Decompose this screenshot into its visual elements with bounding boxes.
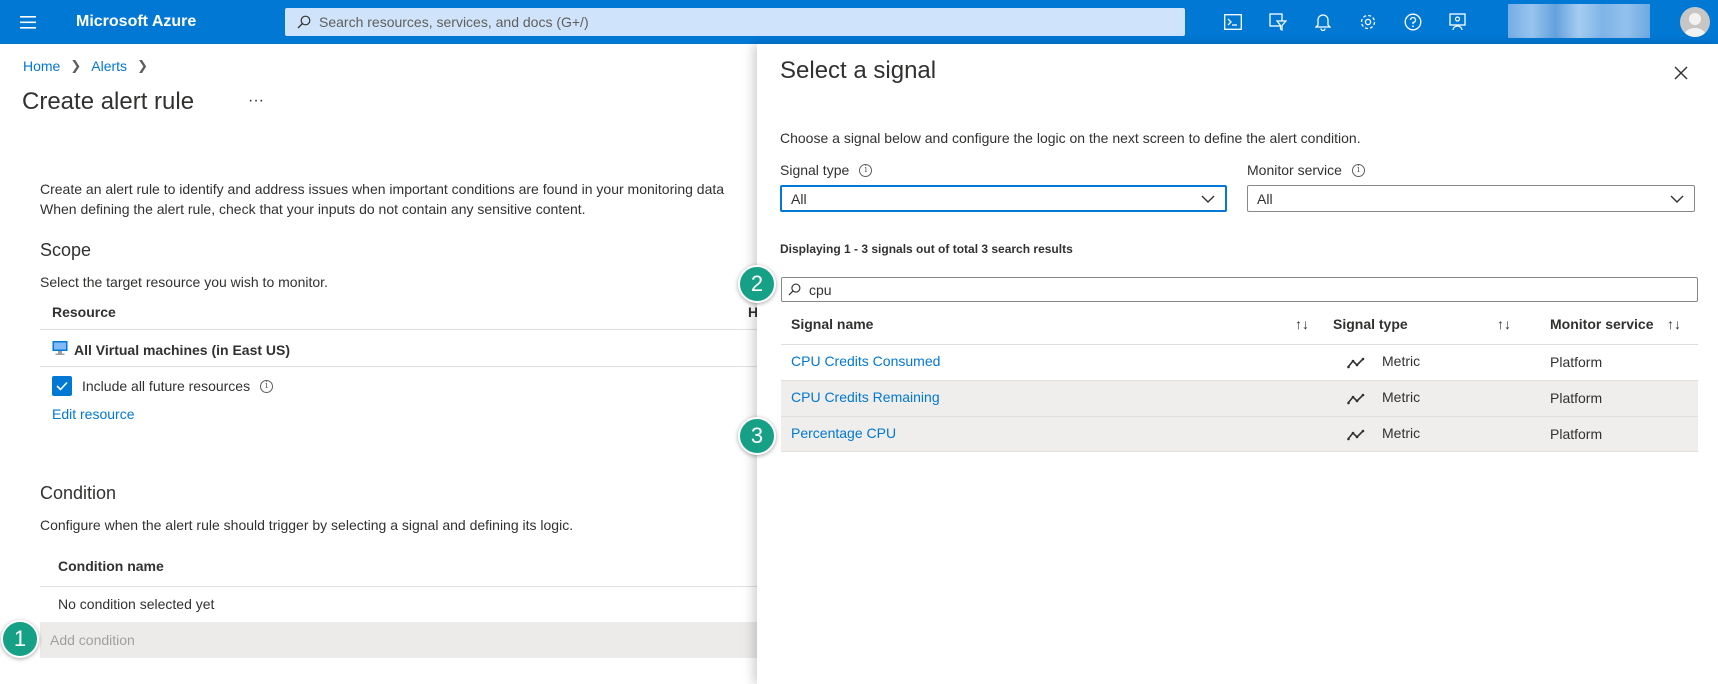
search-placeholder: Search resources, services, and docs (G+… — [319, 14, 589, 30]
signal-name-link[interactable]: Percentage CPU — [791, 425, 896, 441]
monitor-service-select[interactable]: All — [1247, 185, 1695, 212]
breadcrumb-alerts[interactable]: Alerts — [91, 58, 127, 74]
search-icon — [297, 15, 311, 29]
divider — [40, 366, 758, 367]
sort-icon[interactable]: ↑↓ — [1497, 316, 1511, 332]
filter-value: cpu — [809, 281, 832, 298]
intro-line-2: When defining the alert rule, check that… — [40, 201, 586, 217]
settings-icon[interactable] — [1345, 0, 1390, 44]
include-future-checkbox[interactable] — [52, 376, 72, 396]
account-info[interactable] — [1508, 4, 1650, 38]
monitor-service-cell: Platform — [1550, 426, 1603, 442]
signal-filter-input[interactable]: cpu — [781, 277, 1698, 302]
chevron-down-icon — [1201, 195, 1215, 203]
monitor-service-cell: Platform — [1550, 390, 1603, 406]
directory-filter-icon[interactable] — [1255, 0, 1300, 44]
chevron-down-icon — [1670, 195, 1684, 203]
sort-icon[interactable]: ↑↓ — [1295, 316, 1309, 332]
panel-description: Choose a signal below and configure the … — [780, 130, 1361, 146]
add-condition-button[interactable]: Add condition — [40, 622, 758, 658]
help-icon[interactable] — [1390, 0, 1435, 44]
notifications-icon[interactable] — [1300, 0, 1345, 44]
signal-name-link[interactable]: CPU Credits Consumed — [791, 353, 940, 369]
condition-name-column-header: Condition name — [58, 558, 164, 574]
feedback-icon[interactable] — [1435, 0, 1480, 44]
global-search-input[interactable]: Search resources, services, and docs (G+… — [285, 8, 1185, 36]
step-badge-2: 2 — [738, 265, 776, 303]
close-icon[interactable] — [1670, 62, 1692, 84]
chevron-right-icon: ❯ — [70, 58, 82, 73]
monitor-service-column-header[interactable]: Monitor service — [1550, 316, 1653, 332]
table-row[interactable]: CPU Credits Consumed Metric Platform — [781, 344, 1698, 380]
signal-type-label: Signal type i — [780, 162, 873, 178]
metric-icon — [1347, 428, 1365, 444]
no-condition-text: No condition selected yet — [58, 596, 215, 612]
resource-name: All Virtual machines (in East US) — [74, 341, 291, 358]
select-signal-panel: Select a signal Choose a signal below an… — [757, 44, 1718, 684]
monitor-service-label: Monitor service i — [1247, 162, 1365, 178]
divider — [40, 329, 758, 330]
breadcrumb-home[interactable]: Home — [23, 58, 60, 74]
results-count: Displaying 1 - 3 signals out of total 3 … — [780, 242, 1073, 256]
signal-type-cell: Metric — [1382, 353, 1421, 369]
monitor-service-label-text: Monitor service — [1247, 162, 1342, 178]
search-icon — [788, 283, 801, 296]
resource-column-header: Resource — [52, 304, 116, 320]
table-row[interactable]: CPU Credits Remaining Metric Platform — [781, 380, 1698, 416]
resource-row: All Virtual machines (in East US) — [52, 340, 290, 359]
chevron-right-icon: ❯ — [137, 58, 148, 73]
signal-type-cell: Metric — [1382, 389, 1421, 405]
step-badge-1: 1 — [1, 620, 39, 658]
signal-type-label-text: Signal type — [780, 162, 850, 178]
info-icon[interactable]: i — [260, 379, 274, 393]
breadcrumb: Home ❯ Alerts ❯ — [23, 58, 158, 74]
monitor-service-cell: Platform — [1550, 354, 1603, 370]
virtual-machine-icon — [52, 340, 68, 359]
page-title: Create alert rule — [22, 88, 195, 115]
signal-type-select[interactable]: All — [780, 185, 1227, 212]
condition-title: Condition — [40, 483, 117, 503]
metric-icon — [1347, 392, 1365, 408]
monitor-service-value: All — [1257, 190, 1273, 207]
signal-name-link[interactable]: CPU Credits Remaining — [791, 389, 940, 405]
panel-title: Select a signal — [780, 57, 937, 84]
sort-icon[interactable]: ↑↓ — [1667, 316, 1681, 332]
condition-description: Configure when the alert rule should tri… — [40, 517, 574, 533]
menu-icon[interactable] — [0, 0, 56, 44]
include-future-label: Include all future resources — [82, 378, 251, 394]
info-icon[interactable]: i — [1351, 163, 1365, 177]
more-options-button[interactable]: ··· — [248, 92, 264, 110]
signal-name-column-header[interactable]: Signal name — [791, 316, 873, 332]
divider — [40, 586, 758, 587]
add-condition-label: Add condition — [50, 632, 135, 648]
edit-resource-link[interactable]: Edit resource — [52, 406, 134, 422]
cloud-shell-icon[interactable] — [1210, 0, 1255, 44]
step-badge-3: 3 — [738, 417, 776, 455]
brand-title[interactable]: Microsoft Azure — [56, 13, 260, 31]
signal-type-cell: Metric — [1382, 425, 1421, 441]
metric-icon — [1347, 356, 1365, 372]
avatar[interactable] — [1680, 7, 1710, 37]
signal-type-value: All — [791, 190, 807, 207]
intro-text: Create an alert rule to identify and add… — [40, 179, 760, 219]
info-icon[interactable]: i — [859, 163, 873, 177]
intro-line-1: Create an alert rule to identify and add… — [40, 181, 725, 197]
include-future-resources[interactable]: Include all future resources i — [52, 376, 274, 396]
scope-title: Scope — [40, 240, 92, 260]
table-row[interactable]: Percentage CPU Metric Platform — [781, 416, 1698, 452]
scope-description: Select the target resource you wish to m… — [40, 274, 328, 290]
signal-type-column-header[interactable]: Signal type — [1333, 316, 1408, 332]
